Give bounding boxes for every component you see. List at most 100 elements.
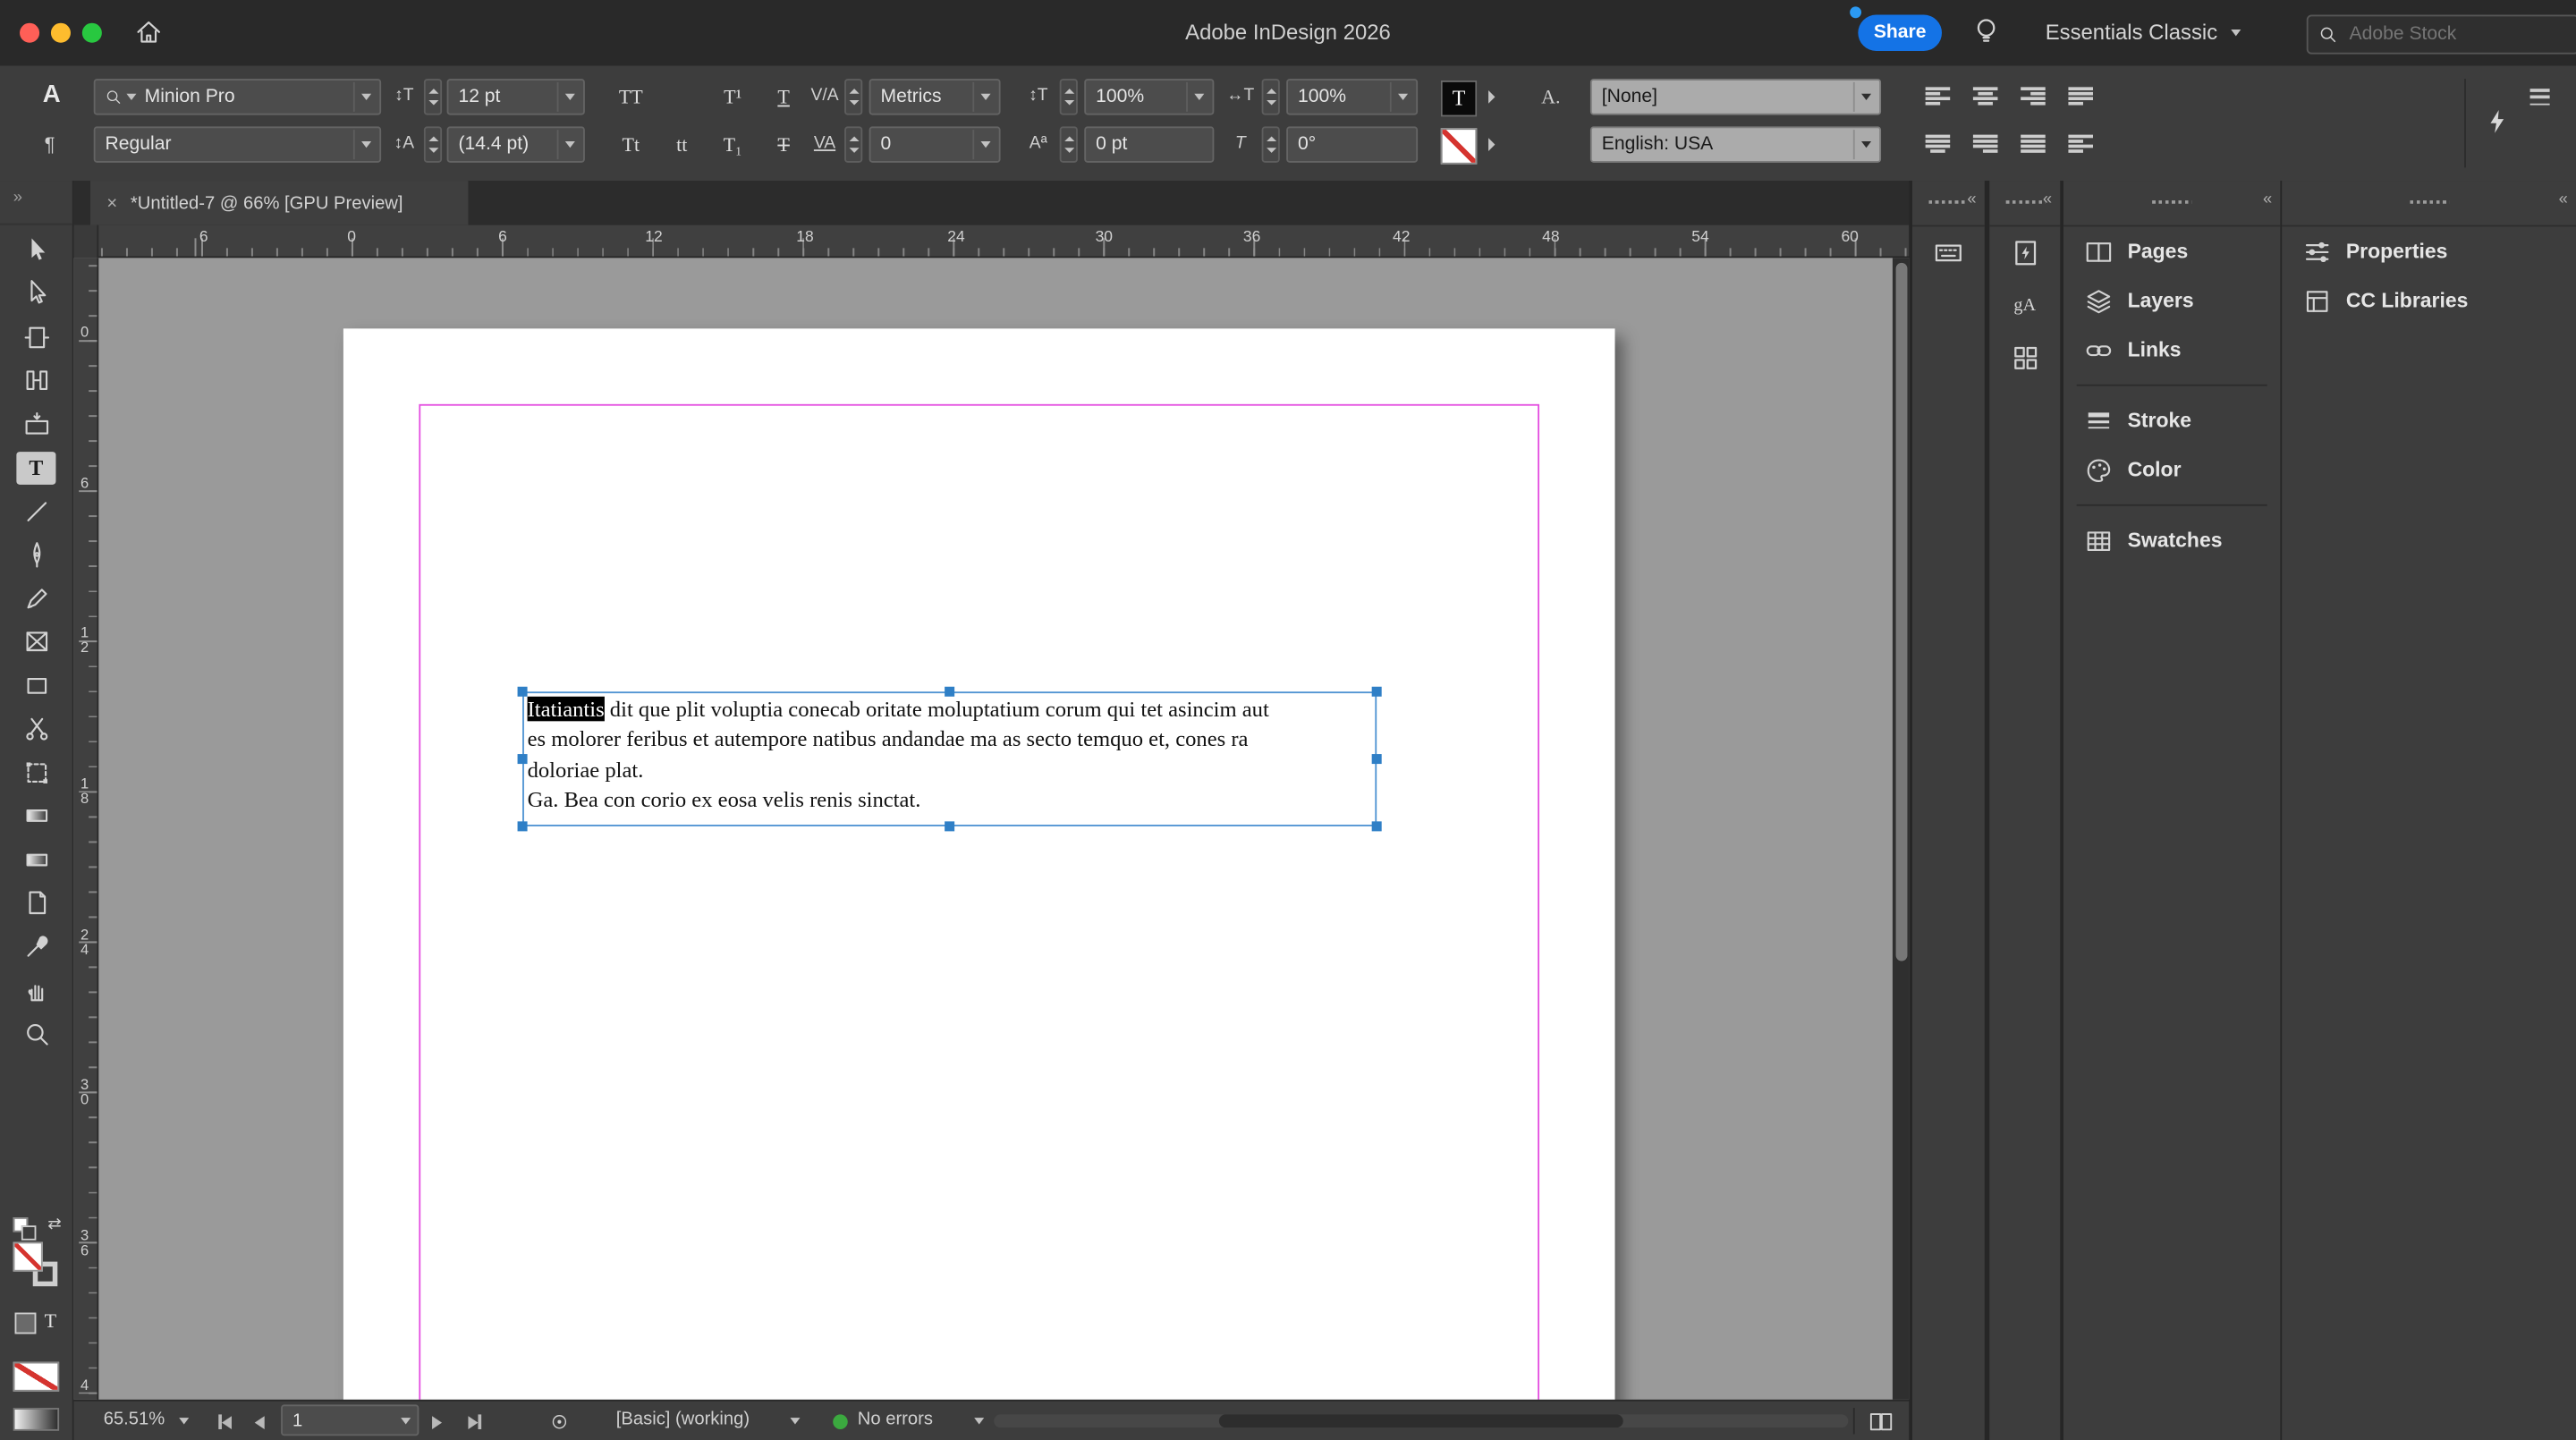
kerning-stepper[interactable] (844, 79, 863, 115)
stroke-none-swatch[interactable] (1440, 128, 1478, 165)
direct-selection-tool[interactable] (16, 276, 55, 309)
skew-field[interactable]: 0° (1286, 126, 1419, 163)
swap-fill-stroke-icon[interactable]: ⇄ (47, 1216, 61, 1233)
leading-combo[interactable]: (14.4 pt) (446, 126, 585, 163)
superscript-button[interactable]: T¹ (709, 79, 755, 114)
frame-handle-bottom-left[interactable] (517, 821, 528, 832)
panel-item-color[interactable]: Color (2063, 445, 2280, 495)
font-size-combo[interactable]: 12 pt (446, 79, 585, 115)
stroke-expand-button[interactable] (1480, 128, 1504, 161)
gap-tool[interactable] (16, 364, 55, 397)
free-transform-tool[interactable] (16, 756, 55, 789)
subscript-button[interactable]: T₁ (709, 126, 755, 162)
panel-menu-icon[interactable] (2529, 89, 2550, 106)
hand-tool[interactable] (16, 973, 55, 1006)
leading-stepper[interactable] (423, 126, 443, 163)
tracking-stepper[interactable] (844, 126, 863, 163)
gradient-swatch-tool[interactable] (16, 800, 55, 833)
character-formatting-toggle[interactable]: A (43, 75, 61, 111)
share-button[interactable]: Share (1858, 14, 1943, 51)
preflight-menu-icon[interactable] (550, 1413, 568, 1436)
kerning-combo[interactable]: Metrics (869, 79, 1001, 115)
document-tab[interactable]: × *Untitled-7 @ 66% [GPU Preview] (90, 181, 469, 225)
selected-text[interactable]: Itatiantis (527, 696, 605, 722)
pasteboard[interactable]: Itatiantis dit que plit voluptia conecab… (73, 258, 1910, 1400)
spread-view-icon[interactable] (1868, 1410, 1894, 1439)
underline-button[interactable]: T (760, 79, 806, 114)
last-page-button[interactable] (468, 1414, 481, 1434)
justify-last-right-button[interactable] (1972, 134, 1998, 153)
formatting-affects-text-button[interactable]: T (45, 1309, 56, 1334)
horizontal-scale-stepper[interactable] (1261, 79, 1280, 115)
stock-search-input[interactable] (2345, 22, 2534, 47)
frame-handle-mid-right[interactable] (1371, 754, 1382, 765)
rectangle-tool[interactable] (16, 669, 55, 702)
character-style-combo[interactable]: [None] (1589, 79, 1882, 115)
panel-item-stroke[interactable]: Stroke (2063, 396, 2280, 445)
vertical-scale-combo[interactable]: 100% (1084, 79, 1215, 115)
page-number-combo[interactable]: 1 (281, 1404, 419, 1436)
preflight-status[interactable]: No errors (858, 1410, 933, 1429)
page-tool[interactable] (16, 320, 55, 353)
collapse-panel-icon[interactable]: « (2043, 191, 2052, 208)
fill-proxy[interactable] (13, 1241, 43, 1272)
font-size-stepper[interactable] (423, 79, 443, 115)
panel-item-links[interactable]: Links (2063, 326, 2280, 375)
panel-item-cc-libraries[interactable]: CC Libraries (2282, 276, 2576, 326)
collapse-panel-icon[interactable]: « (1967, 191, 1976, 208)
selection-tool[interactable] (16, 233, 55, 267)
align-right-button[interactable] (2021, 87, 2046, 106)
text-line[interactable]: Ga. Bea con corio ex eosa velis renis si… (528, 785, 1376, 816)
small-caps-button[interactable]: Tt (608, 126, 654, 162)
apply-none-swatch[interactable] (13, 1361, 60, 1392)
horizontal-ruler[interactable]: 6 0 6 12 18 24 30 36 42 48 54 60 (73, 224, 1910, 258)
ruler-corner[interactable] (73, 224, 99, 258)
first-page-button[interactable] (218, 1414, 232, 1434)
align-towards-spine-button[interactable] (2068, 134, 2093, 153)
panel-item-properties[interactable]: Properties (2282, 226, 2576, 275)
type-tool[interactable]: T (16, 451, 56, 484)
zoom-tool[interactable] (16, 1017, 55, 1050)
gradient-feather-tool[interactable] (16, 843, 55, 876)
tracking-combo[interactable]: 0 (869, 126, 1001, 163)
panel-item-swatches[interactable]: Swatches (2063, 516, 2280, 565)
vertical-scale-stepper[interactable] (1059, 79, 1078, 115)
rectangle-frame-tool[interactable] (16, 625, 55, 658)
justify-all-button[interactable] (2021, 134, 2046, 153)
skew-stepper[interactable] (1261, 126, 1280, 163)
frame-handle-top-left[interactable] (517, 686, 528, 697)
toolbar-expand-icon[interactable]: » (0, 181, 72, 225)
note-tool[interactable] (16, 886, 55, 919)
strikethrough-button[interactable]: T (760, 126, 806, 162)
panel-item-pages[interactable]: Pages (2063, 226, 2280, 275)
preflight-profile[interactable]: [Basic] (working) (616, 1410, 750, 1429)
zoom-level[interactable]: 65.51% (104, 1410, 165, 1429)
preflight-chevron-icon[interactable] (790, 1418, 801, 1425)
paragraph-formatting-toggle[interactable]: ¶ (45, 126, 55, 162)
frame-handle-bottom-center[interactable] (945, 821, 955, 832)
keyboard-grid-icon[interactable] (1912, 226, 1985, 279)
frame-handle-top-right[interactable] (1371, 686, 1382, 697)
frame-handle-mid-left[interactable] (517, 754, 528, 765)
frame-text[interactable]: Itatiantis dit que plit voluptia conecab… (524, 693, 1375, 816)
scissors-tool[interactable] (16, 712, 55, 745)
fill-expand-button[interactable] (1480, 80, 1504, 114)
errors-chevron-icon[interactable] (974, 1418, 985, 1425)
zoom-chevron-icon[interactable] (179, 1418, 190, 1425)
justify-last-left-button[interactable] (2068, 87, 2093, 106)
pen-tool[interactable] (16, 538, 55, 572)
selected-text-frame[interactable]: Itatiantis dit que plit voluptia conecab… (522, 691, 1377, 826)
align-center-button[interactable] (1972, 87, 1998, 106)
ligatures-button[interactable]: tt (659, 126, 705, 162)
quick-actions-bolt-icon[interactable] (2484, 108, 2510, 143)
horizontal-scrollbar-thumb[interactable] (1218, 1414, 1623, 1428)
font-style-combo[interactable]: Regular (93, 126, 382, 163)
vertical-scrollbar[interactable] (1892, 258, 1910, 1400)
text-line[interactable]: es molorer feribus et autempore natibus … (528, 725, 1376, 756)
vertical-scrollbar-thumb[interactable] (1894, 262, 1907, 961)
horizontal-scrollbar[interactable] (994, 1414, 1849, 1428)
language-combo[interactable]: English: USA (1589, 126, 1882, 163)
pencil-tool[interactable] (16, 581, 55, 614)
collapse-panel-icon[interactable]: « (2559, 191, 2568, 208)
vertical-ruler[interactable]: 0 6 12 18 24 30 36 4 (73, 258, 99, 1400)
